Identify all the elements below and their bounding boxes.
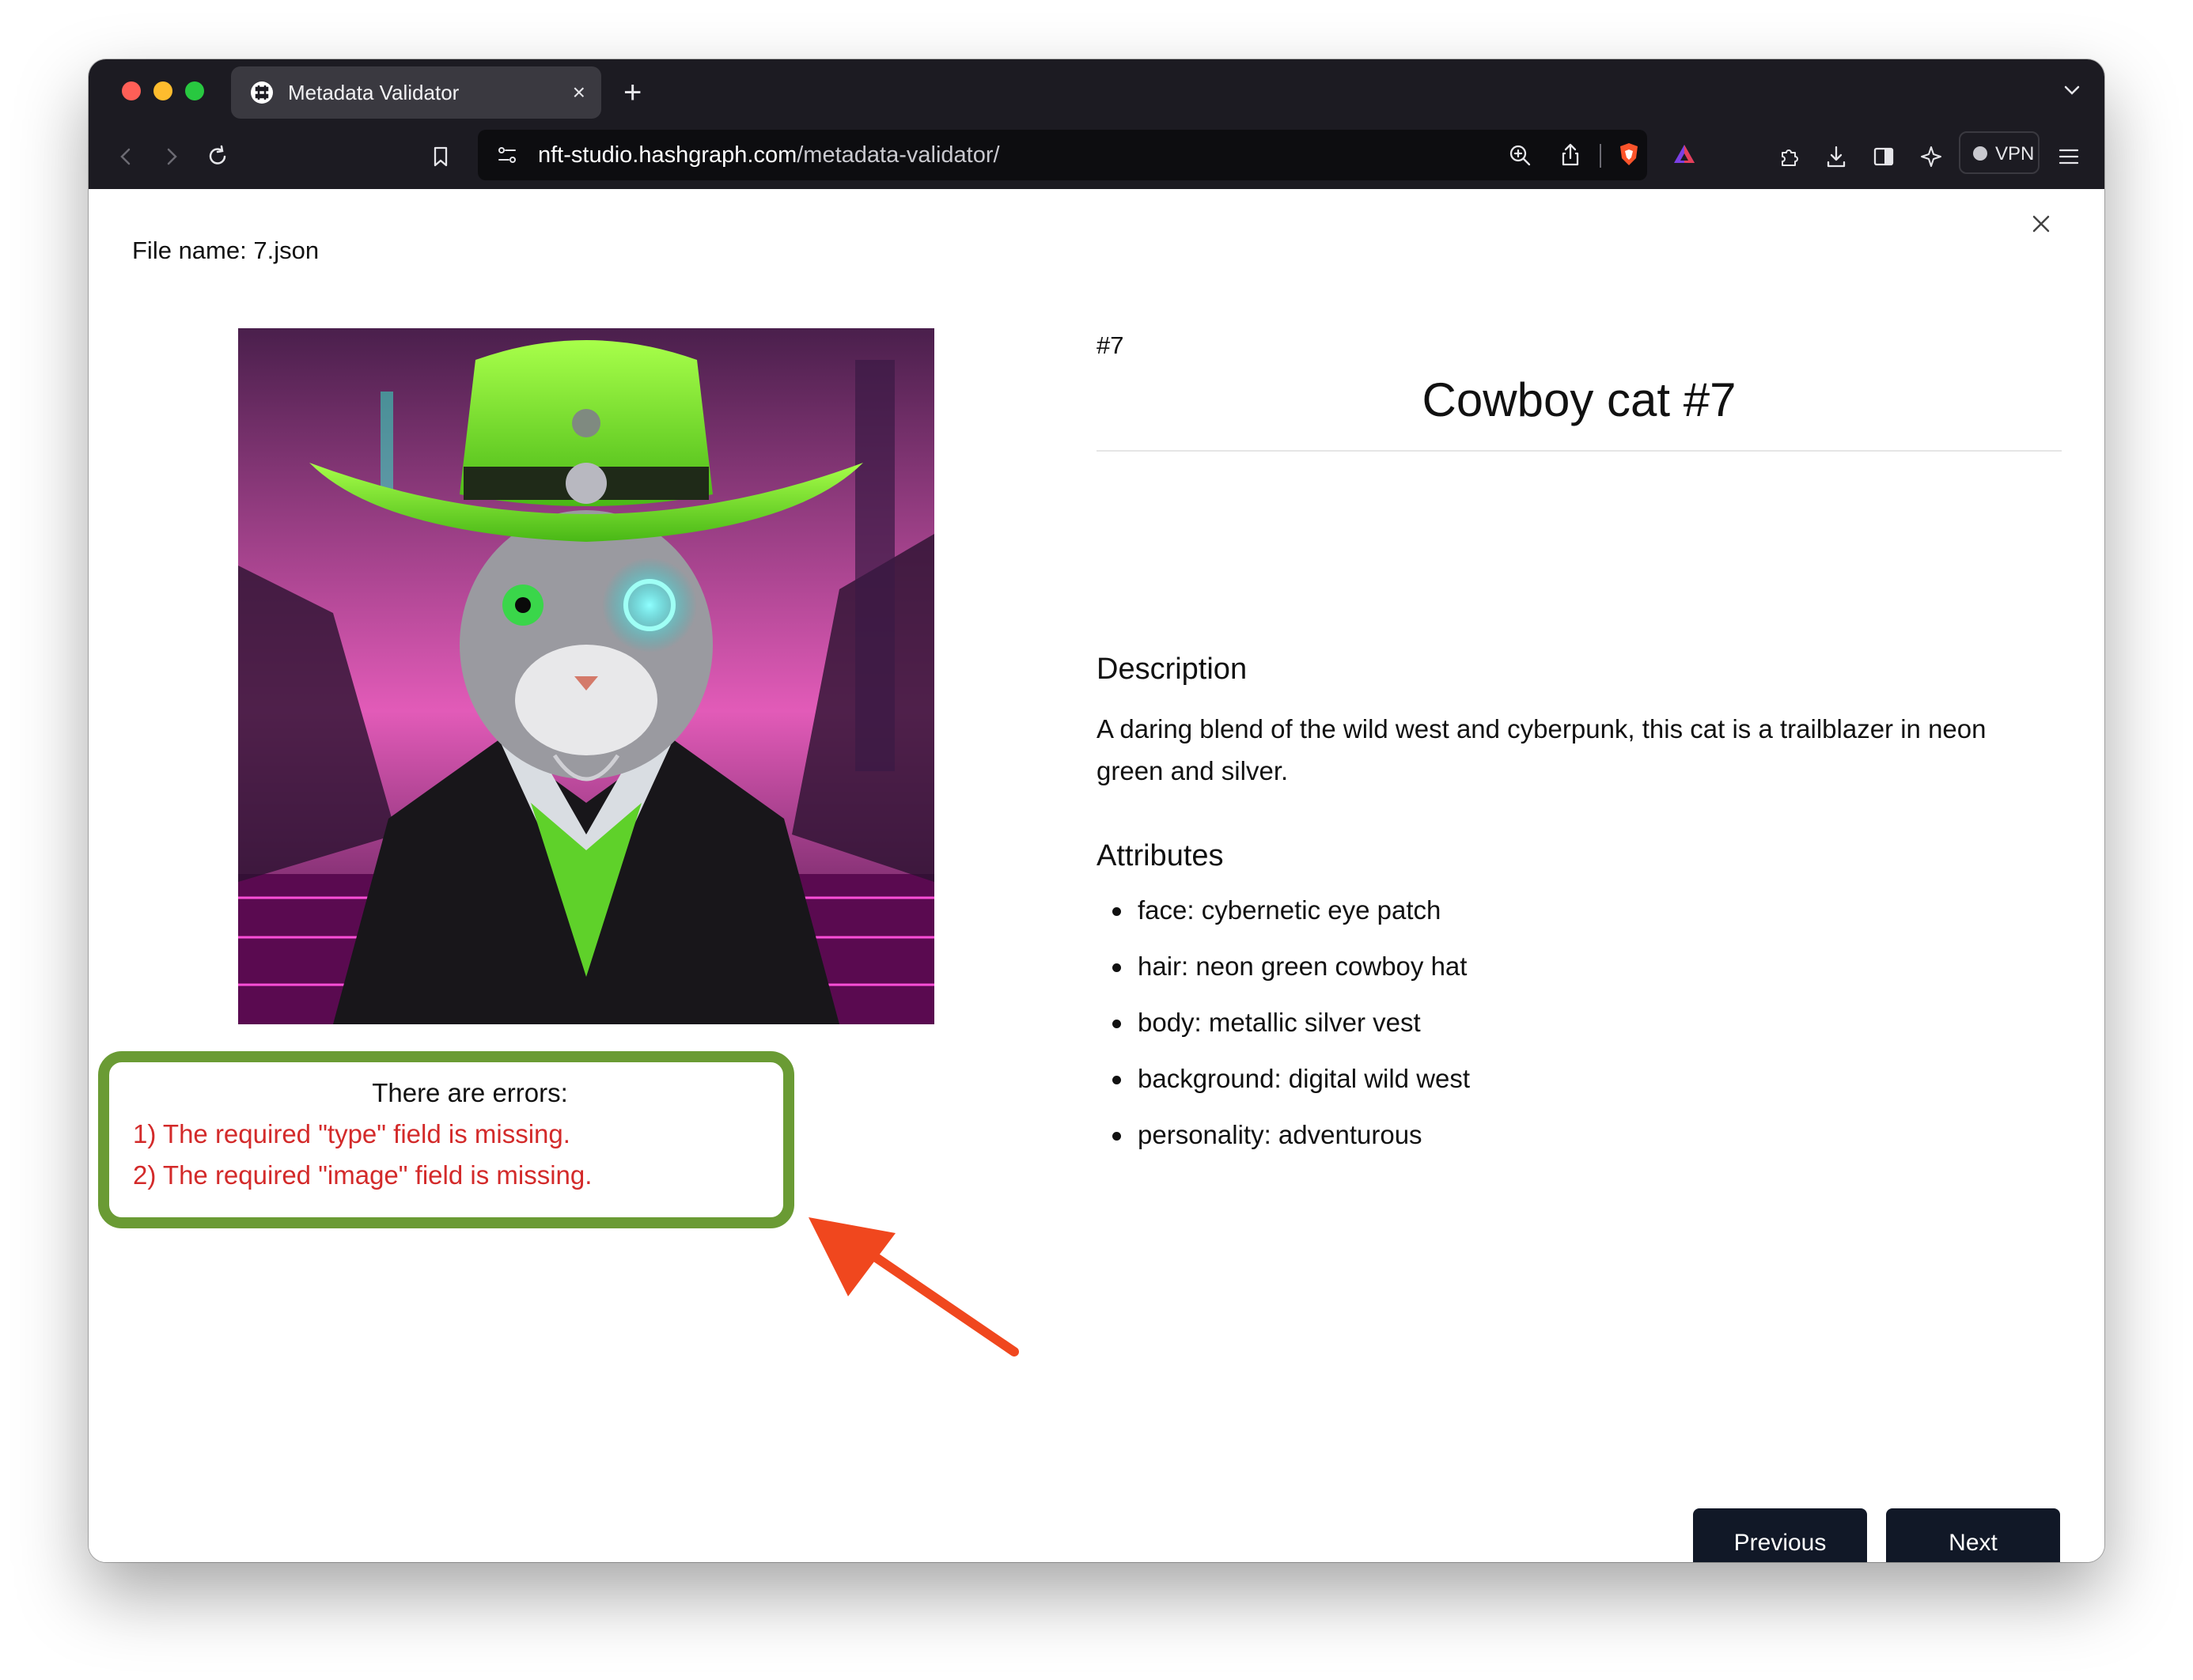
description-heading: Description bbox=[1096, 653, 1248, 686]
back-icon[interactable] bbox=[112, 143, 139, 170]
attributes-heading: Attributes bbox=[1096, 839, 1224, 872]
browser-titlebar: Metadata Validator × + bbox=[89, 59, 2104, 123]
annotation-arrow-icon bbox=[809, 1217, 1019, 1356]
vpn-button[interactable]: VPN bbox=[1959, 131, 2040, 174]
menu-icon[interactable] bbox=[2055, 143, 2082, 170]
file-name: File name: 7.json bbox=[132, 236, 319, 265]
url-text[interactable]: nft-studio.hashgraph.com/metadata-valida… bbox=[538, 130, 1000, 180]
nft-title: Cowboy cat #7 bbox=[1422, 373, 1737, 426]
error-title: There are errors: bbox=[372, 1078, 568, 1107]
chevron-down-icon[interactable] bbox=[2060, 78, 2084, 102]
attribute-item: body: metallic silver vest bbox=[1096, 1005, 1470, 1061]
file-name-label: File name: bbox=[132, 236, 247, 264]
title-divider bbox=[1096, 450, 2062, 452]
attribute-item: background: digital wild west bbox=[1096, 1061, 1470, 1118]
url-host: nft-studio.hashgraph.com bbox=[538, 142, 797, 168]
tab-close-button[interactable]: × bbox=[573, 66, 585, 119]
zoom-icon[interactable] bbox=[1506, 142, 1533, 168]
hashgraph-favicon-icon bbox=[251, 81, 273, 104]
download-icon[interactable] bbox=[1823, 143, 1850, 170]
site-settings-icon[interactable] bbox=[494, 142, 521, 168]
error-item: 1) The required "type" field is missing. bbox=[133, 1119, 570, 1148]
vpn-status-icon bbox=[1973, 146, 1987, 161]
minimize-window-button[interactable] bbox=[153, 81, 172, 100]
reload-icon[interactable] bbox=[204, 143, 231, 170]
previous-button[interactable]: Previous bbox=[1693, 1508, 1867, 1562]
vpn-label: VPN bbox=[1995, 143, 2035, 165]
extensions-icon[interactable] bbox=[1775, 143, 1802, 170]
error-panel: There are errors: 1) The required "type"… bbox=[98, 1051, 794, 1228]
address-bar[interactable]: nft-studio.hashgraph.com/metadata-valida… bbox=[478, 130, 1695, 180]
close-icon[interactable] bbox=[2028, 211, 2054, 236]
nft-serial: #7 bbox=[1096, 331, 1124, 359]
url-path: /metadata-validator/ bbox=[797, 142, 1000, 168]
tab-title: Metadata Validator bbox=[288, 81, 460, 104]
new-tab-button[interactable]: + bbox=[623, 69, 642, 116]
attributes-list: face: cybernetic eye patch hair: neon gr… bbox=[1096, 893, 1470, 1174]
next-button[interactable]: Next bbox=[1886, 1508, 2060, 1562]
metadata-modal: File name: 7.json There are errors: 1) T… bbox=[89, 189, 2104, 1562]
toolbar-divider bbox=[1600, 144, 1601, 168]
attribute-item: personality: adventurous bbox=[1096, 1118, 1470, 1174]
description-text: A daring blend of the wild west and cybe… bbox=[1096, 714, 1987, 785]
browser-toolbar: nft-studio.hashgraph.com/metadata-valida… bbox=[89, 123, 2104, 190]
attribute-item: face: cybernetic eye patch bbox=[1096, 893, 1470, 949]
leo-ai-icon[interactable] bbox=[1918, 143, 1945, 170]
bookmark-icon[interactable] bbox=[427, 143, 454, 170]
share-icon[interactable] bbox=[1557, 142, 1584, 168]
attribute-item: hair: neon green cowboy hat bbox=[1096, 949, 1470, 1005]
brave-rewards-icon[interactable] bbox=[1671, 141, 1698, 168]
cowboy-cat-illustration bbox=[238, 328, 934, 1024]
error-item: 2) The required "image" field is missing… bbox=[133, 1160, 593, 1190]
nft-image bbox=[238, 328, 934, 1024]
sidebar-icon[interactable] bbox=[1870, 143, 1897, 170]
file-name-value: 7.json bbox=[253, 236, 320, 264]
browser-window: Metadata Validator × + nft-studio.hashgr… bbox=[89, 59, 2104, 1562]
maximize-window-button[interactable] bbox=[185, 81, 204, 100]
forward-icon[interactable] bbox=[158, 143, 185, 170]
tab-metadata-validator[interactable]: Metadata Validator × bbox=[231, 66, 601, 119]
brave-shields-icon[interactable] bbox=[1615, 141, 1642, 168]
close-window-button[interactable] bbox=[122, 81, 141, 100]
